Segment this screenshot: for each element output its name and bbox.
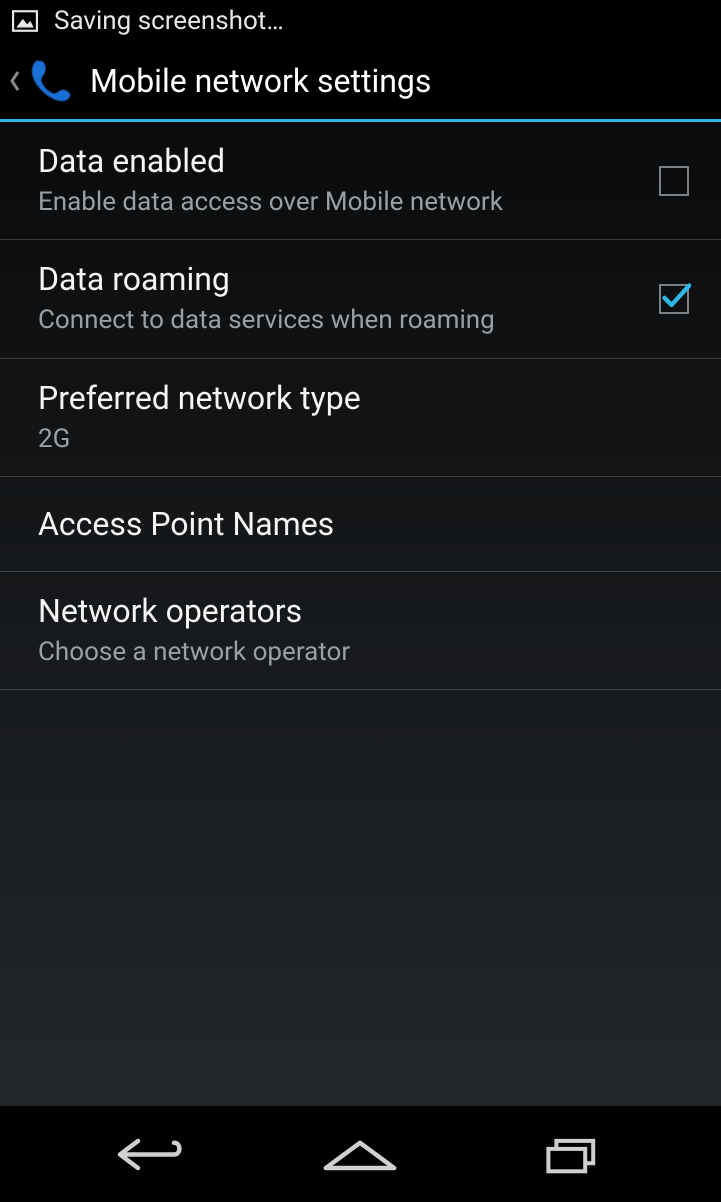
setting-title: Network operators <box>38 592 669 630</box>
action-bar[interactable]: Mobile network settings <box>0 42 721 122</box>
setting-data-roaming[interactable]: Data roaming Connect to data services wh… <box>0 240 721 358</box>
checkbox-data-roaming[interactable] <box>659 284 689 314</box>
setting-access-point-names[interactable]: Access Point Names <box>0 477 721 572</box>
setting-subtitle: Enable data access over Mobile network <box>38 186 639 219</box>
nav-home-button[interactable] <box>300 1124 420 1184</box>
screen: Saving screenshot… Mobile network settin… <box>0 0 721 1202</box>
page-title: Mobile network settings <box>90 62 431 100</box>
setting-title: Access Point Names <box>38 505 669 543</box>
checkbox-data-enabled[interactable] <box>659 166 689 196</box>
nav-recent-button[interactable] <box>514 1124 634 1184</box>
setting-title: Preferred network type <box>38 379 669 417</box>
nav-back-button[interactable] <box>87 1124 207 1184</box>
setting-data-enabled[interactable]: Data enabled Enable data access over Mob… <box>0 122 721 240</box>
back-icon <box>102 1132 192 1177</box>
phone-icon <box>26 56 76 106</box>
setting-title: Data enabled <box>38 142 639 180</box>
setting-subtitle: Choose a network operator <box>38 636 669 669</box>
settings-list: Data enabled Enable data access over Mob… <box>0 122 721 1106</box>
status-bar[interactable]: Saving screenshot… <box>0 0 721 42</box>
checkmark-icon <box>661 280 691 314</box>
back-caret-icon[interactable] <box>6 67 24 95</box>
navigation-bar <box>0 1106 721 1202</box>
home-icon <box>315 1132 405 1177</box>
image-save-icon <box>12 10 38 32</box>
setting-preferred-network-type[interactable]: Preferred network type 2G <box>0 359 721 477</box>
setting-subtitle: Connect to data services when roaming <box>38 304 639 337</box>
status-notification-text: Saving screenshot… <box>54 6 284 36</box>
setting-subtitle: 2G <box>38 423 669 456</box>
setting-network-operators[interactable]: Network operators Choose a network opera… <box>0 572 721 690</box>
recent-apps-icon <box>534 1132 614 1177</box>
setting-title: Data roaming <box>38 260 639 298</box>
